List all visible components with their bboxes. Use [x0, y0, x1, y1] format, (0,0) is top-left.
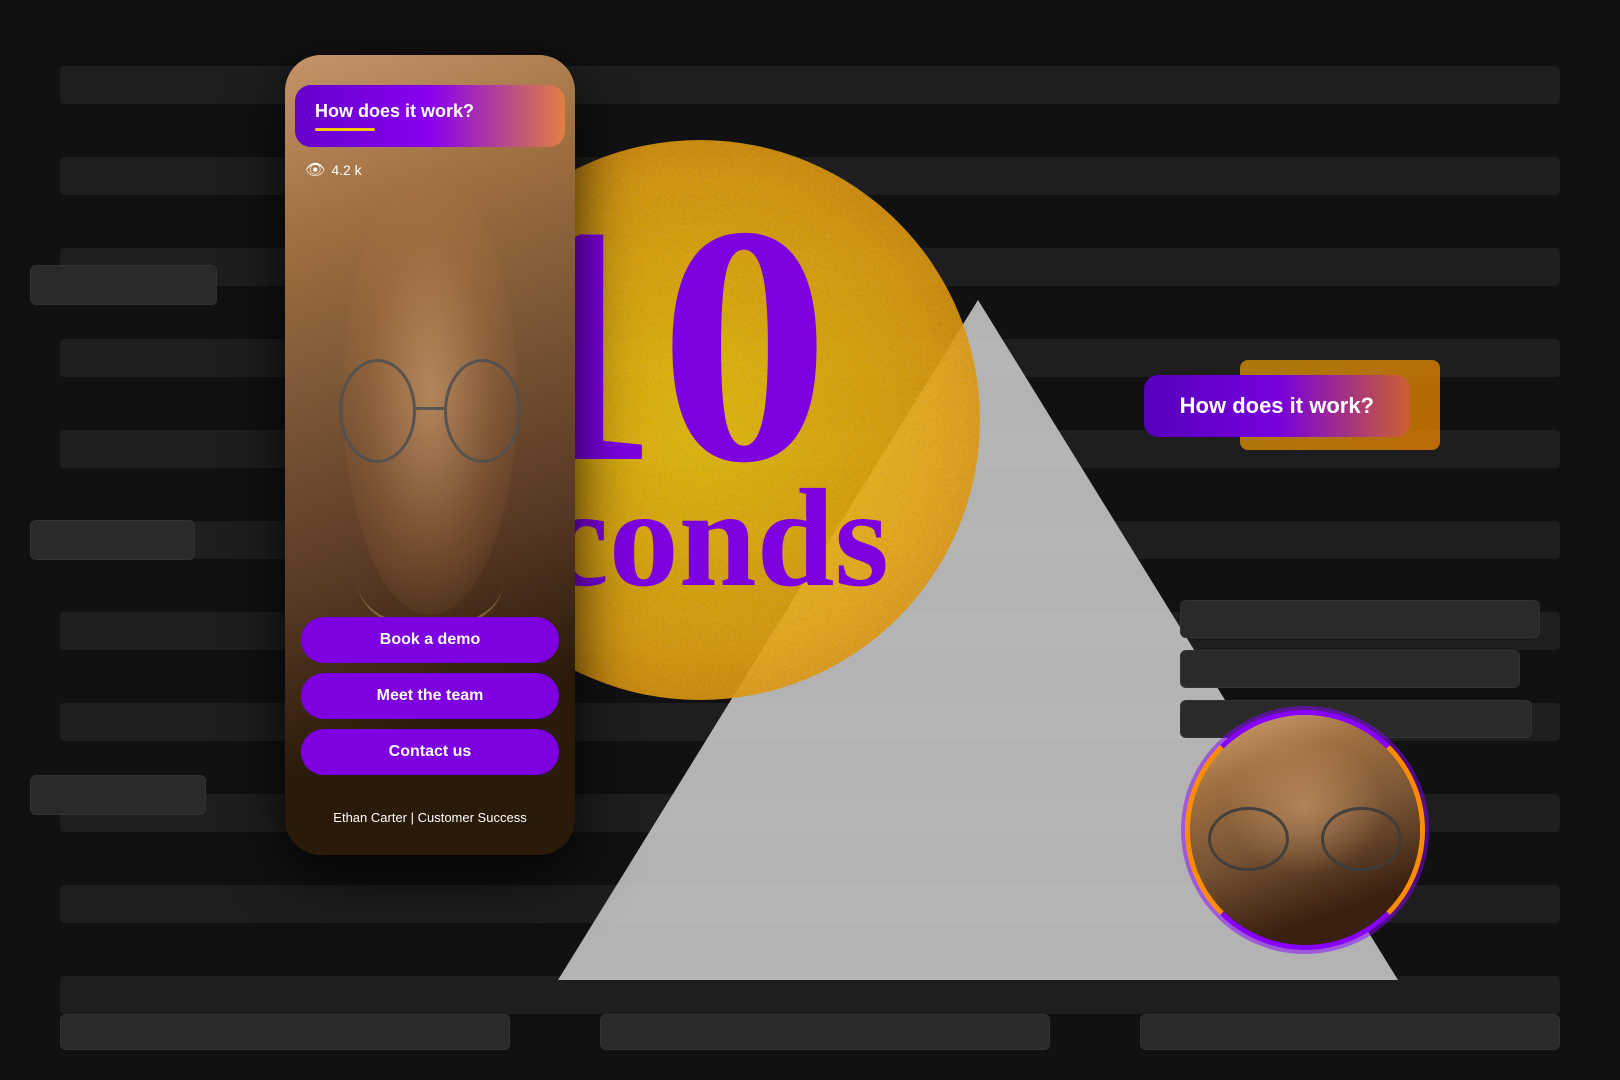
avatar-glasses-right [1321, 807, 1402, 871]
glasses-bridge [416, 407, 444, 410]
meet-team-button[interactable]: Meet the team [301, 673, 559, 719]
contact-us-button[interactable]: Contact us [301, 729, 559, 775]
bottom-bar-right [1140, 1014, 1560, 1050]
avatar-circle [1185, 710, 1425, 950]
phone-buttons-container: Book a demo Meet the team Contact us [301, 617, 559, 775]
bottom-bar-center [600, 1014, 1050, 1050]
bottom-bar-left [60, 1014, 510, 1050]
right-bar-1 [1180, 600, 1540, 638]
left-bar-1 [30, 265, 217, 305]
phone-header-title: How does it work? [315, 101, 545, 122]
view-count: 👁 4.2 k [305, 160, 362, 180]
phone-mockup: How does it work? 👁 4.2 k Book a demo Me… [285, 55, 575, 855]
glasses-left [339, 359, 416, 463]
left-bar-2 [30, 520, 195, 560]
stripe-11 [60, 976, 1560, 1014]
bottom-bars-container [60, 1014, 1560, 1050]
avatar-glasses-left [1208, 807, 1289, 871]
left-bars-container [0, 0, 280, 1080]
person-label: Ethan Carter | Customer Success [285, 810, 575, 825]
phone-header-card: How does it work? [295, 85, 565, 147]
left-bar-3 [30, 775, 206, 815]
phone-header-accent-bar [315, 128, 375, 131]
book-demo-button[interactable]: Book a demo [301, 617, 559, 663]
avatar-face [1190, 715, 1420, 945]
glasses-right [444, 359, 521, 463]
right-bar-2 [1180, 650, 1520, 688]
how-does-it-work-pill[interactable]: How does it work? [1144, 375, 1410, 437]
eye-icon: 👁 [305, 160, 325, 180]
phone-inner: How does it work? 👁 4.2 k Book a demo Me… [285, 55, 575, 855]
glasses [329, 359, 532, 519]
view-count-value: 4.2 k [331, 162, 361, 178]
